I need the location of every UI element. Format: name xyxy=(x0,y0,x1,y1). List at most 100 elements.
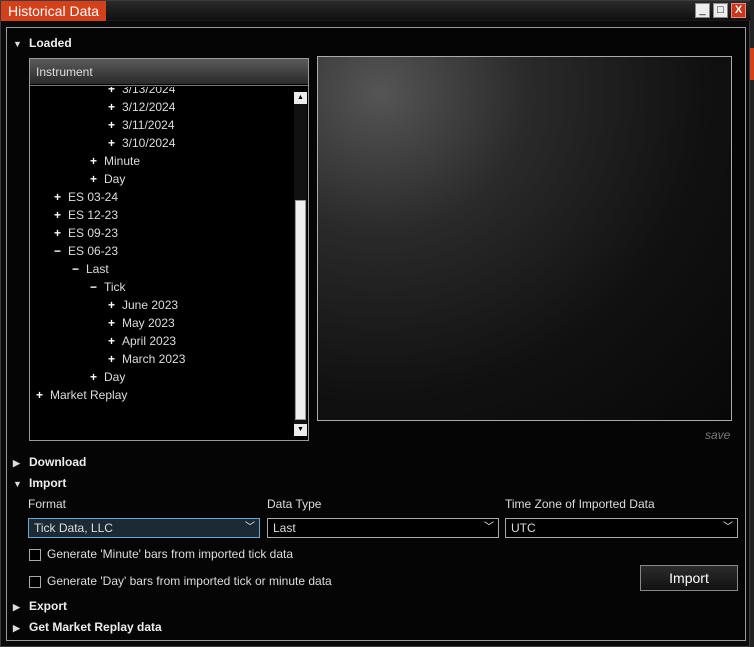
tree-item-label: April 2023 xyxy=(122,334,177,348)
format-label: Format xyxy=(28,497,67,511)
caret-down-icon: ▼ xyxy=(13,39,22,49)
minute-bars-checkbox-row[interactable]: Generate 'Minute' bars from imported tic… xyxy=(29,547,293,563)
section-download-label: Download xyxy=(29,455,87,469)
section-export-label: Export xyxy=(29,599,68,613)
tree-item[interactable]: + Day xyxy=(90,170,125,188)
section-download[interactable]: ▶ Download xyxy=(13,453,86,471)
save-link[interactable]: save xyxy=(705,428,730,442)
expand-icon[interactable]: + xyxy=(108,332,122,350)
expand-icon[interactable]: + xyxy=(108,350,122,368)
data-type-select-value: Last xyxy=(273,521,296,535)
tree-item[interactable]: + May 2023 xyxy=(108,314,175,332)
tree-item[interactable]: +3/11/2024 xyxy=(108,116,175,134)
tree-item-label: June 2023 xyxy=(122,298,179,312)
tree-item-label: 3/13/2024 xyxy=(122,87,176,96)
tree-item-label: Last xyxy=(86,262,109,276)
collapse-icon[interactable]: − xyxy=(54,242,68,260)
tree-header-divider xyxy=(30,85,308,86)
scroll-down-icon[interactable]: ▼ xyxy=(294,424,307,436)
expand-icon[interactable]: + xyxy=(108,116,122,134)
instrument-tree: Instrument +3/14/2024+3/13/2024+3/12/202… xyxy=(29,58,309,441)
minimize-icon[interactable]: _ xyxy=(695,3,710,18)
tree-item-label: ES 12-23 xyxy=(68,208,119,222)
section-export[interactable]: ▶ Export xyxy=(13,597,67,615)
tree-item[interactable]: +3/12/2024 xyxy=(108,98,175,116)
expand-icon[interactable]: + xyxy=(108,314,122,332)
format-select[interactable]: Tick Data, LLC ﹀ xyxy=(28,518,260,538)
timezone-label: Time Zone of Imported Data xyxy=(505,497,655,511)
day-bars-checkbox[interactable] xyxy=(29,575,41,588)
import-button[interactable]: Import xyxy=(640,565,738,591)
expand-icon[interactable]: + xyxy=(36,386,50,404)
tree-item[interactable]: + June 2023 xyxy=(108,296,178,314)
section-import[interactable]: ▼ Import xyxy=(13,474,66,492)
title-bar[interactable]: Historical Data _ □ X xyxy=(1,1,751,21)
tree-item-label: 3/12/2024 xyxy=(122,100,176,114)
caret-right-icon: ▶ xyxy=(13,623,20,633)
section-loaded-label: Loaded xyxy=(29,36,72,50)
tree-item-label: ES 09-23 xyxy=(68,226,119,240)
data-type-select[interactable]: Last ﹀ xyxy=(267,518,499,538)
timezone-select[interactable]: UTC ﹀ xyxy=(505,518,738,538)
maximize-icon[interactable]: □ xyxy=(713,3,728,18)
tree-item[interactable]: +3/10/2024 xyxy=(108,134,175,152)
chevron-down-icon: ﹀ xyxy=(484,522,494,533)
tree-item[interactable]: − Tick xyxy=(90,278,126,296)
tree-item[interactable]: + ES 09-23 xyxy=(54,224,118,242)
section-import-label: Import xyxy=(29,476,67,490)
close-icon[interactable]: X xyxy=(731,3,746,18)
section-loaded[interactable]: ▼ Loaded xyxy=(13,34,72,52)
expand-icon[interactable]: + xyxy=(90,170,104,188)
caret-down-icon: ▼ xyxy=(13,479,22,489)
tree-column-header[interactable]: Instrument xyxy=(30,59,308,85)
expand-icon[interactable]: + xyxy=(54,224,68,242)
tree-item[interactable]: − Last xyxy=(72,260,109,278)
expand-icon[interactable]: + xyxy=(54,188,68,206)
tree-item-label: 3/11/2024 xyxy=(122,118,175,132)
tree-item-label: March 2023 xyxy=(122,352,186,366)
section-market-replay[interactable]: ▶ Get Market Replay data xyxy=(13,618,162,636)
expand-icon[interactable]: + xyxy=(90,152,104,170)
tree-item-label: ES 03-24 xyxy=(68,190,119,204)
chevron-down-icon: ﹀ xyxy=(723,522,733,533)
tree-item[interactable]: + March 2023 xyxy=(108,350,185,368)
tree-item[interactable]: + Market Replay xyxy=(36,386,127,404)
preview-panel xyxy=(317,56,732,421)
data-type-label: Data Type xyxy=(267,497,322,511)
tree-scrollbar[interactable]: ▲ ▼ xyxy=(294,92,307,436)
tree-item[interactable]: + ES 12-23 xyxy=(54,206,118,224)
minute-bars-checkbox[interactable] xyxy=(29,548,41,561)
expand-icon[interactable]: + xyxy=(108,87,122,98)
tree-item[interactable]: + Minute xyxy=(90,152,140,170)
historical-data-window: Historical Data _ □ X ▼ Loaded Instrument… xyxy=(0,0,751,647)
scroll-up-icon[interactable]: ▲ xyxy=(294,92,307,104)
expand-icon[interactable]: + xyxy=(90,368,104,386)
background-window-edge xyxy=(750,0,754,647)
day-bars-checkbox-row[interactable]: Generate 'Day' bars from imported tick o… xyxy=(29,574,332,590)
tree-item[interactable]: + ES 03-24 xyxy=(54,188,118,206)
scroll-thumb[interactable] xyxy=(295,200,306,420)
background-accent xyxy=(750,48,754,80)
tree-item[interactable]: +3/13/2024 xyxy=(108,87,175,98)
chevron-down-icon: ﹀ xyxy=(245,522,255,533)
day-bars-label: Generate 'Day' bars from imported tick o… xyxy=(47,574,332,588)
expand-icon[interactable]: + xyxy=(108,296,122,314)
collapse-icon[interactable]: − xyxy=(90,278,104,296)
tree-item-label: Minute xyxy=(104,154,141,168)
tree-item-label: 3/10/2024 xyxy=(122,136,176,150)
tree-item-label: Day xyxy=(104,172,126,186)
expand-icon[interactable]: + xyxy=(108,98,122,116)
caret-right-icon: ▶ xyxy=(13,458,20,468)
tree-item-label: May 2023 xyxy=(122,316,175,330)
tree-item[interactable]: + Day xyxy=(90,368,125,386)
expand-icon[interactable]: + xyxy=(108,134,122,152)
expand-icon[interactable]: + xyxy=(54,206,68,224)
timezone-select-value: UTC xyxy=(511,521,536,535)
minute-bars-label: Generate 'Minute' bars from imported tic… xyxy=(47,547,294,561)
window-title: Historical Data xyxy=(1,1,107,21)
tree-item[interactable]: + April 2023 xyxy=(108,332,176,350)
collapse-icon[interactable]: − xyxy=(72,260,86,278)
tree-item[interactable]: − ES 06-23 xyxy=(54,242,118,260)
tree-item-label: Market Replay xyxy=(50,388,128,402)
tree-body: +3/14/2024+3/13/2024+3/12/2024+3/11/2024… xyxy=(30,87,294,440)
